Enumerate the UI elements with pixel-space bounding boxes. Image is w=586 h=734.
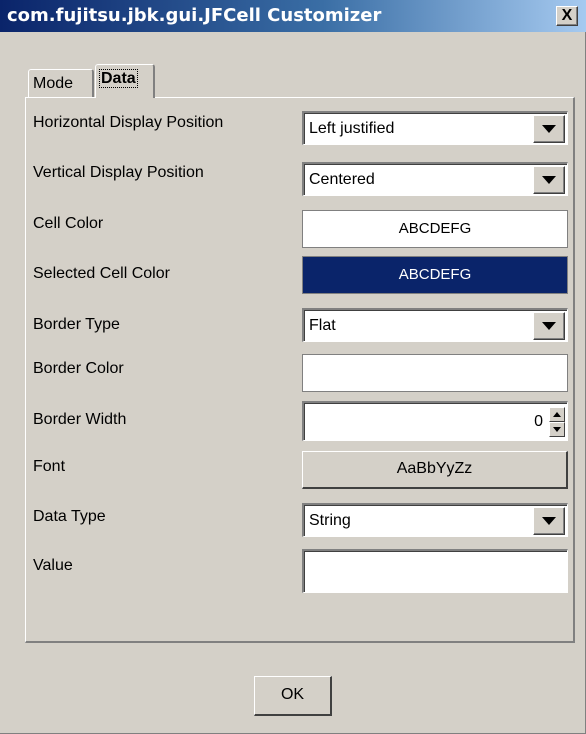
customizer-window: com.fujitsu.jbk.gui.JFCell Customizer X … <box>0 0 586 734</box>
title-bar[interactable]: com.fujitsu.jbk.gui.JFCell Customizer X <box>0 0 586 32</box>
border-width-spinner[interactable]: 0 <box>302 401 568 441</box>
value-label: Value <box>33 557 73 574</box>
border-type-label: Border Type <box>33 316 120 333</box>
chevron-down-icon[interactable] <box>533 312 565 340</box>
data-type-value: String <box>309 512 351 529</box>
tab-data[interactable]: Data <box>95 64 155 98</box>
tab-mode[interactable]: Mode <box>28 69 94 97</box>
border-width-label: Border Width <box>33 411 127 428</box>
chevron-down-icon[interactable] <box>533 166 565 194</box>
spinner-buttons <box>549 407 565 437</box>
data-type-combo[interactable]: String <box>302 503 568 537</box>
horizontal-display-position-label: Horizontal Display Position <box>33 114 224 131</box>
font-label: Font <box>33 458 66 475</box>
arrow-up-icon[interactable] <box>549 407 565 422</box>
data-type-label: Data Type <box>33 508 106 525</box>
tab-data-label: Data <box>99 69 138 88</box>
border-color-swatch[interactable] <box>302 354 568 392</box>
close-icon: X <box>561 7 573 24</box>
cell-color-swatch[interactable]: ABCDEFG <box>302 210 568 248</box>
value-field[interactable] <box>302 549 568 593</box>
border-color-label: Border Color <box>33 360 124 377</box>
cell-color-label: Cell Color <box>33 215 104 232</box>
vertical-display-position-value: Centered <box>309 171 375 188</box>
vertical-display-position-label: Vertical Display Position <box>33 164 204 181</box>
ok-button[interactable]: OK <box>254 676 332 716</box>
border-type-value: Flat <box>309 317 336 334</box>
horizontal-display-position-combo[interactable]: Left justified <box>302 111 568 145</box>
close-button[interactable]: X <box>556 6 578 26</box>
border-width-value: 0 <box>534 413 543 430</box>
border-type-combo[interactable]: Flat <box>302 308 568 342</box>
horizontal-display-position-value: Left justified <box>309 120 395 137</box>
window-title: com.fujitsu.jbk.gui.JFCell Customizer <box>7 5 382 26</box>
arrow-down-icon[interactable] <box>549 422 565 437</box>
tab-mode-label: Mode <box>33 75 74 92</box>
chevron-down-icon[interactable] <box>533 507 565 535</box>
chevron-down-icon[interactable] <box>533 115 565 143</box>
selected-cell-color-swatch[interactable]: ABCDEFG <box>302 256 568 294</box>
vertical-display-position-combo[interactable]: Centered <box>302 162 568 196</box>
font-chooser-button[interactable]: AaBbYyZz <box>302 451 568 489</box>
selected-cell-color-label: Selected Cell Color <box>33 265 170 282</box>
